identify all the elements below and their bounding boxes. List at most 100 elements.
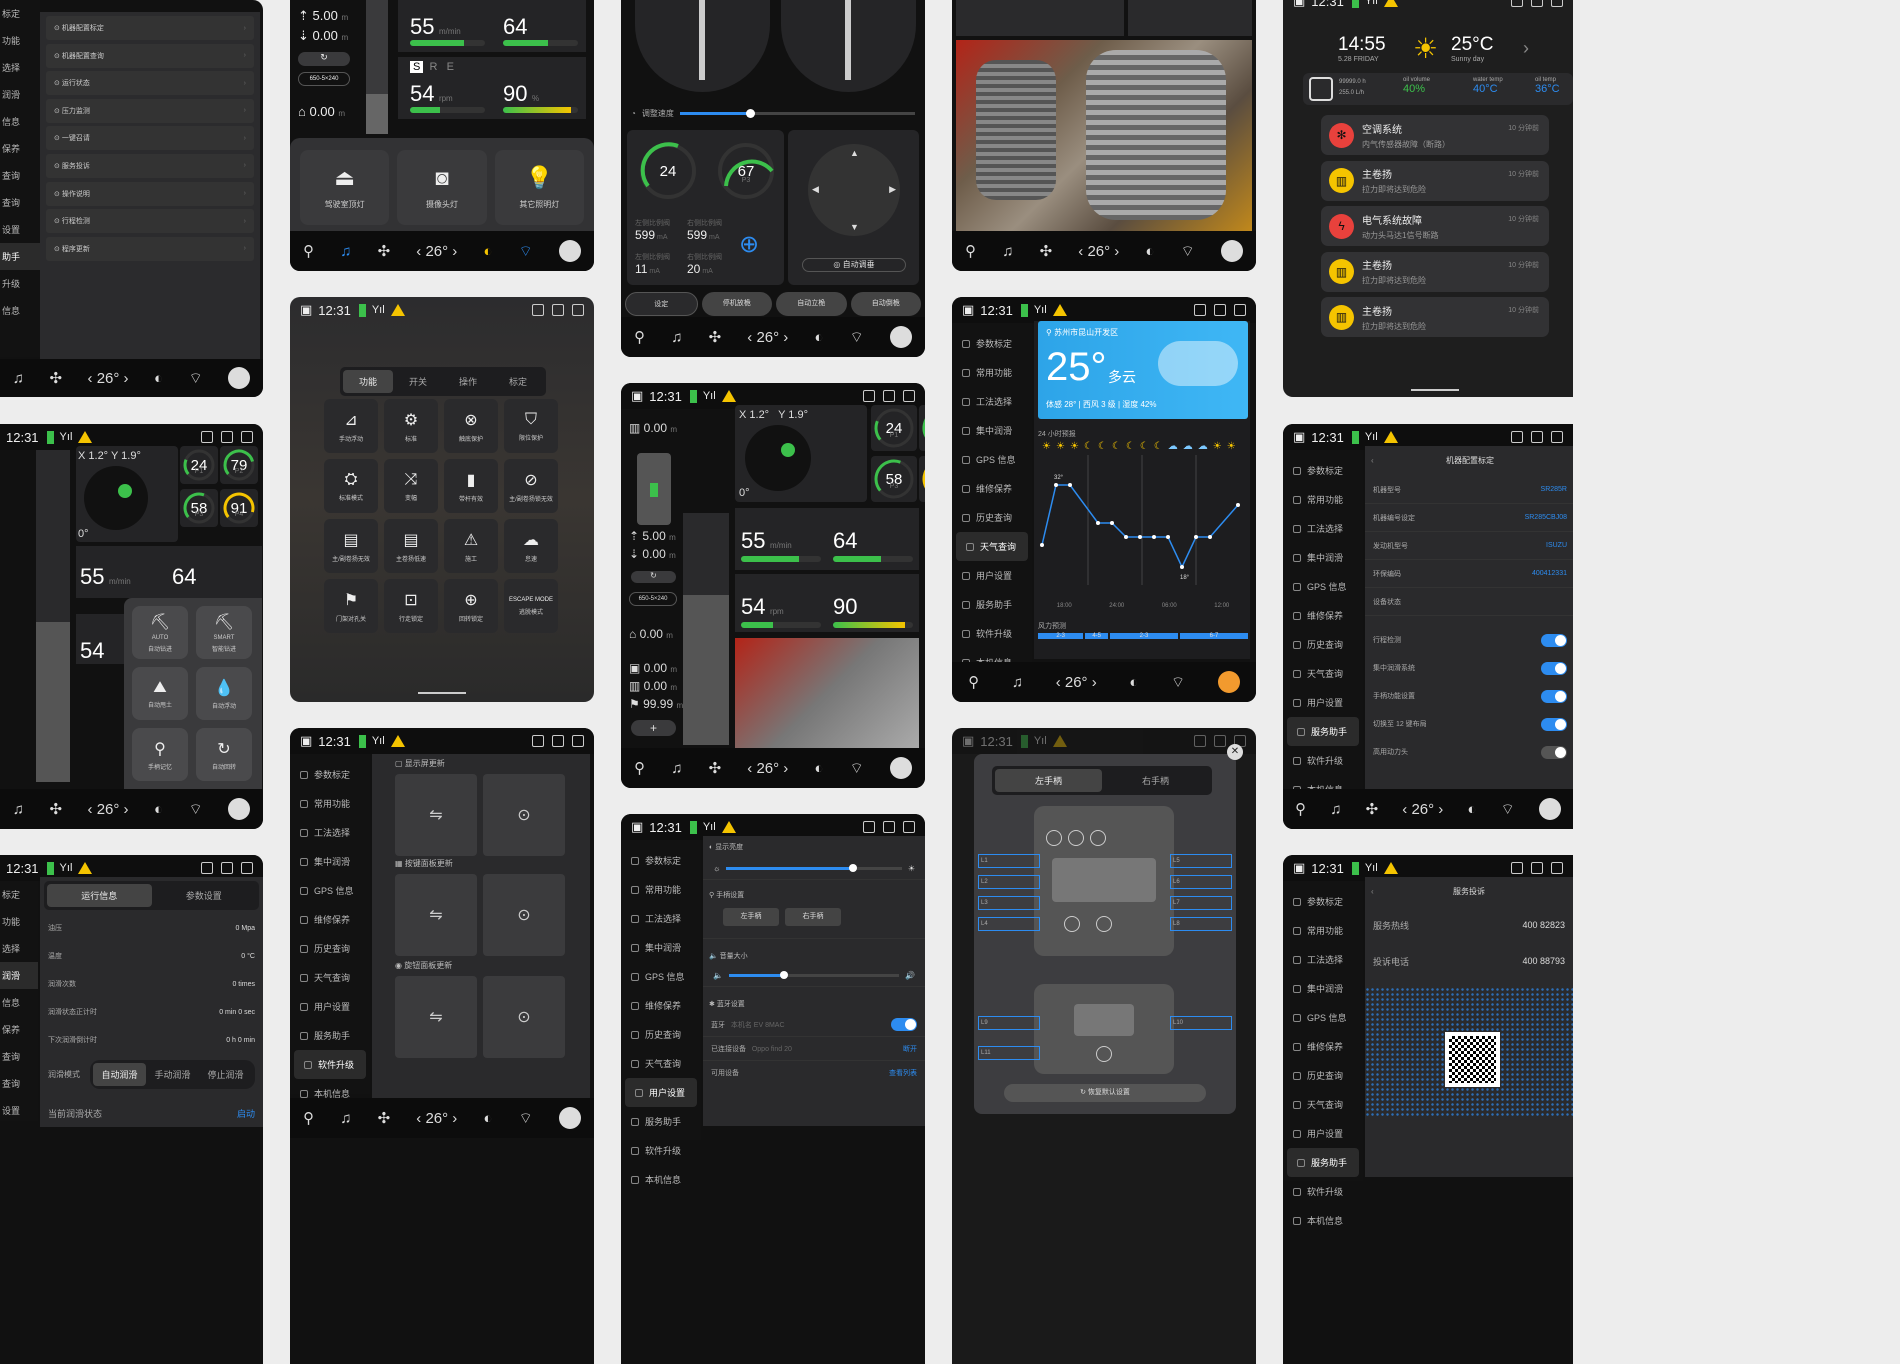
handle-key[interactable]: L7 — [1170, 896, 1232, 910]
down-arrow-icon[interactable]: ▼ — [850, 222, 859, 232]
right-arrow-icon[interactable]: ▶ — [889, 184, 896, 195]
music-icon[interactable]: ♫ — [671, 329, 682, 346]
sidebar-item[interactable]: 软件升级 — [294, 1050, 366, 1079]
config-row[interactable]: 机器编号设定 SR285CBJ08 — [1365, 504, 1573, 532]
config-row[interactable]: 机器型号 SR285R — [1365, 476, 1573, 504]
sidebar-item[interactable]: 信息 — [0, 297, 40, 324]
drill-icon[interactable]: ⚲ — [634, 759, 645, 777]
bluetooth-toggle[interactable] — [891, 1018, 917, 1031]
sidebar-item[interactable]: 历史查询 — [952, 503, 1032, 532]
alert-card[interactable]: ✻ 空调系统 内气传感器故障（断路） 10 分钟前 — [1321, 115, 1549, 155]
music-icon[interactable]: ♫ — [13, 801, 24, 818]
sidebar-item[interactable]: 软件升级 — [621, 1136, 701, 1165]
cab-light-button[interactable]: ⏏ 驾驶室顶灯 — [300, 150, 390, 225]
music-icon[interactable]: ♫ — [671, 760, 682, 777]
music-icon[interactable]: ♫ — [1012, 674, 1023, 691]
sidebar-item[interactable]: 历史查询 — [1283, 630, 1363, 659]
handle-key[interactable]: L9 — [978, 1016, 1040, 1030]
sidebar-item[interactable]: 用户设置 — [1283, 688, 1363, 717]
sidebar-item[interactable]: GPS 信息 — [290, 876, 370, 905]
sidebar-item[interactable]: 设置 — [0, 216, 40, 243]
volume-slider[interactable]: 🔈 🔊 — [713, 971, 915, 980]
drill-icon[interactable]: ⚲ — [634, 328, 645, 346]
sidebar-item[interactable]: 常用功能 — [290, 789, 370, 818]
close-icon[interactable]: ✕ — [1227, 744, 1243, 760]
toggle-switch[interactable] — [1541, 717, 1567, 731]
fan-icon[interactable]: ✣ — [378, 1109, 391, 1127]
sidebar-item[interactable]: 保养 — [0, 135, 40, 162]
drill-icon[interactable]: ⚲ — [965, 242, 976, 260]
tab-params[interactable]: 参数设置 — [152, 884, 257, 907]
tab-function[interactable]: 功能 — [343, 370, 393, 393]
sidebar-item[interactable]: 参数标定 — [621, 846, 701, 875]
light-icon[interactable]: ◐ — [483, 243, 492, 260]
sidebar-item[interactable]: 参数标定 — [952, 329, 1032, 358]
sidebar-item[interactable]: 参数标定 — [1283, 456, 1363, 485]
auto-adjust-button[interactable]: ◎ 自动调垂 — [802, 258, 906, 272]
music-icon[interactable]: ♫ — [13, 370, 24, 387]
home-icon[interactable] — [558, 1107, 581, 1129]
temp-display[interactable]: ‹ 26° › — [747, 760, 788, 777]
speed-slider[interactable]: ◔ 调整速度 — [631, 108, 915, 119]
download-icon[interactable]: ⊙ — [483, 774, 565, 856]
usb-icon[interactable]: ⇋ — [395, 874, 477, 956]
reset-button[interactable]: ↻ — [298, 52, 350, 66]
auto-tile[interactable]: ⚲ 手柄记忆 — [132, 728, 188, 781]
wiper-icon[interactable]: ⌔ — [850, 759, 864, 778]
sidebar-item[interactable]: 查询 — [0, 1070, 38, 1097]
toggle-switch[interactable] — [1541, 689, 1567, 703]
chevron-right-icon[interactable]: › — [1523, 38, 1529, 59]
handle-key[interactable]: L11 — [978, 1046, 1040, 1060]
wiper-icon[interactable]: ⌔ — [1501, 800, 1515, 819]
sidebar-item[interactable]: 集中润滑 — [290, 847, 370, 876]
sidebar-item[interactable]: 维修保养 — [952, 474, 1032, 503]
home-icon[interactable] — [1217, 671, 1240, 693]
disconnect-button[interactable]: 断开 — [903, 1044, 917, 1054]
handle-key[interactable]: L6 — [1170, 875, 1232, 889]
function-tile[interactable]: ▤ 主/副卷扬无效 — [324, 519, 378, 573]
sidebar-item[interactable]: 集中润滑 — [621, 933, 701, 962]
sidebar-item[interactable]: 信息 — [0, 989, 38, 1016]
sidebar-item[interactable]: GPS 信息 — [621, 962, 701, 991]
handle-key[interactable]: L8 — [1170, 917, 1232, 931]
handle-key[interactable]: L5 — [1170, 854, 1232, 868]
sidebar-item[interactable]: 集中润滑 — [1283, 543, 1363, 572]
sidebar-item[interactable]: 软件升级 — [952, 619, 1032, 648]
home-icon[interactable] — [889, 326, 912, 348]
left-arrow-icon[interactable]: ◀ — [812, 184, 819, 195]
sidebar-item[interactable]: 信息 — [0, 108, 40, 135]
auto-tile[interactable]: ⛏ AUTO 自动钻进 — [132, 606, 188, 659]
sidebar-item[interactable]: 用户设置 — [625, 1078, 697, 1107]
menu-item[interactable]: ⊙ 程序更新 › — [46, 236, 254, 261]
function-tile[interactable]: ☁ 怠速 — [504, 519, 558, 573]
sidebar-item[interactable]: 用户设置 — [1283, 1119, 1363, 1148]
sidebar-item[interactable]: 标定 — [0, 0, 40, 27]
fan-icon[interactable]: ✣ — [49, 369, 62, 387]
toggle-switch[interactable] — [1541, 661, 1567, 675]
sidebar-item[interactable]: 本机信息 — [621, 1165, 701, 1194]
auto-raise-button[interactable]: 自动立桅 — [776, 292, 847, 316]
sidebar-item[interactable]: 润滑 — [0, 962, 38, 989]
function-tile[interactable]: ▤ 主卷扬低速 — [384, 519, 438, 573]
sidebar-item[interactable]: 服务助手 — [290, 1021, 370, 1050]
temp-display[interactable]: ‹ 26° › — [1402, 801, 1443, 818]
alert-card[interactable]: ▥ 主卷扬 拉力即将达到危险 10 分钟前 — [1321, 297, 1549, 337]
auto-lower-button[interactable]: 自动倒桅 — [850, 292, 921, 316]
sidebar-item[interactable]: 功能 — [0, 908, 38, 935]
download-icon[interactable]: ⊙ — [483, 874, 565, 956]
up-arrow-icon[interactable]: ▲ — [850, 148, 859, 158]
temp-display[interactable]: ‹ 26° › — [416, 243, 457, 260]
sidebar-item[interactable]: 历史查询 — [290, 934, 370, 963]
sidebar-item[interactable]: 用户设置 — [290, 992, 370, 1021]
temp-display[interactable]: ‹ 26° › — [88, 801, 129, 818]
view-list-button[interactable]: 查看列表 — [889, 1068, 917, 1078]
auto-tile[interactable]: ⛏ SMART 智能钻进 — [196, 606, 252, 659]
sidebar-item[interactable]: 天气查询 — [621, 1049, 701, 1078]
sidebar-item[interactable]: 天气查询 — [1283, 659, 1363, 688]
sidebar-item[interactable]: GPS 信息 — [1283, 1003, 1363, 1032]
function-tile[interactable]: ⊕ 回转锁定 — [444, 579, 498, 633]
light-icon[interactable]: ◐ — [483, 1110, 492, 1127]
fan-icon[interactable]: ✣ — [49, 800, 62, 818]
function-tile[interactable]: ⚑ 门架对孔关 — [324, 579, 378, 633]
temp-display[interactable]: ‹ 26° › — [747, 329, 788, 346]
